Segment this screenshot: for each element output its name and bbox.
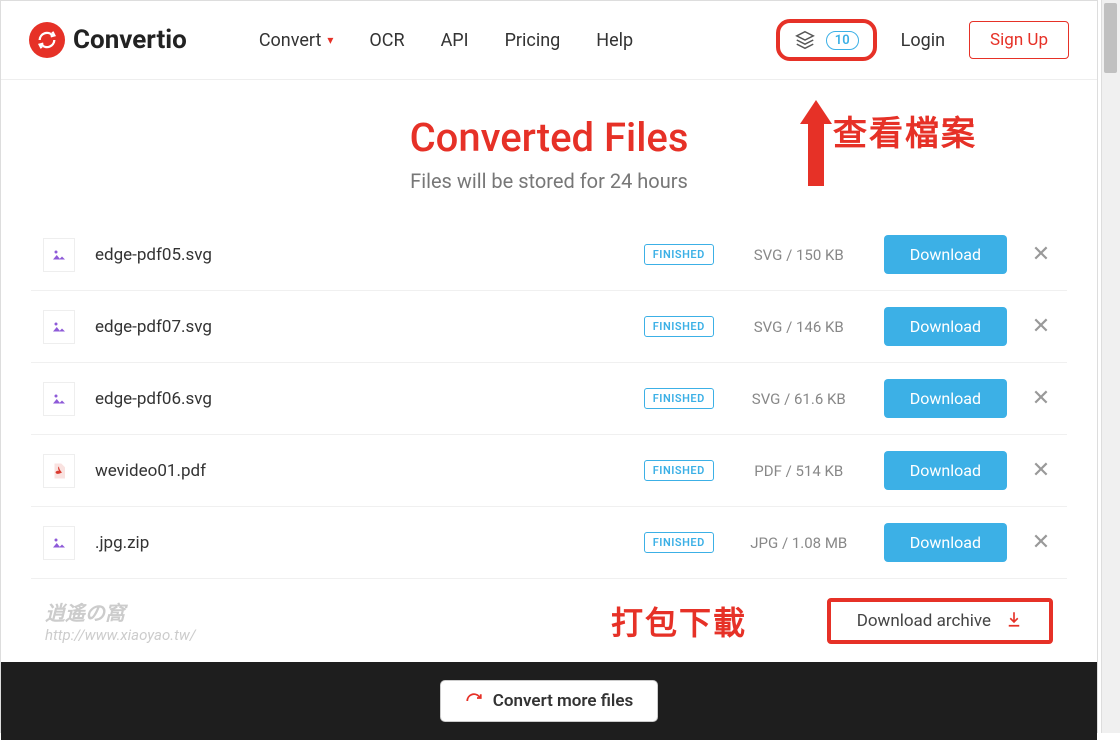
- file-type-icon: [43, 310, 75, 344]
- file-row: .jpg.zip FINISHED JPG / 1.08 MB Download ✕: [31, 507, 1067, 579]
- nav-pricing[interactable]: Pricing: [505, 30, 561, 51]
- download-button[interactable]: Download: [884, 379, 1007, 418]
- main-nav: Convert ▾ OCR API Pricing Help: [259, 30, 633, 51]
- archive-bar: 逍遙の窩 http://www.xiaoyao.tw/ 打包下載 Downloa…: [1, 579, 1097, 662]
- queue-button[interactable]: 10: [776, 19, 877, 61]
- convert-more-label: Convert more files: [493, 691, 633, 711]
- download-button[interactable]: Download: [884, 523, 1007, 562]
- annotation-download-pack: 打包下載: [611, 598, 747, 644]
- page-subtitle: Files will be stored for 24 hours: [1, 169, 1097, 193]
- annotation-arrow-icon: [796, 96, 836, 190]
- status-badge: FINISHED: [644, 460, 714, 481]
- file-row: wevideo01.pdf FINISHED PDF / 514 KB Downloa…: [31, 435, 1067, 507]
- nav-help[interactable]: Help: [596, 30, 633, 51]
- remove-button[interactable]: ✕: [1027, 314, 1055, 339]
- file-meta: SVG / 150 KB: [734, 246, 864, 264]
- download-icon: [1005, 610, 1023, 632]
- file-name: .jpg.zip: [95, 533, 465, 553]
- file-meta: SVG / 146 KB: [734, 318, 864, 336]
- nav-convert[interactable]: Convert ▾: [259, 30, 334, 51]
- header: Convertio Convert ▾ OCR API Pricing Help…: [1, 1, 1097, 80]
- file-row: edge-pdf05.svg FINISHED SVG / 150 KB Downlo…: [31, 219, 1067, 291]
- file-row: edge-pdf07.svg FINISHED SVG / 146 KB Downlo…: [31, 291, 1067, 363]
- file-type-icon: [43, 454, 75, 488]
- status-badge: FINISHED: [644, 244, 714, 265]
- file-row: edge-pdf06.svg FINISHED SVG / 61.6 KB Downl…: [31, 363, 1067, 435]
- status-badge: FINISHED: [644, 532, 714, 553]
- download-button[interactable]: Download: [884, 451, 1007, 490]
- file-list: edge-pdf05.svg FINISHED SVG / 150 KB Downlo…: [1, 219, 1097, 579]
- file-name: edge-pdf06.svg: [95, 389, 465, 409]
- login-link[interactable]: Login: [901, 30, 945, 51]
- signup-button[interactable]: Sign Up: [969, 21, 1069, 59]
- annotation-view-files: 查看檔案: [833, 106, 977, 155]
- file-meta: SVG / 61.6 KB: [734, 390, 864, 408]
- scrollbar-thumb[interactable]: [1104, 3, 1117, 73]
- nav-convert-label: Convert: [259, 30, 322, 51]
- reload-icon: [465, 692, 483, 710]
- status-badge: FINISHED: [644, 316, 714, 337]
- file-meta: PDF / 514 KB: [734, 462, 864, 480]
- download-button[interactable]: Download: [884, 235, 1007, 274]
- file-name: edge-pdf05.svg: [95, 245, 465, 265]
- convert-more-button[interactable]: Convert more files: [440, 680, 658, 722]
- file-type-icon: [43, 382, 75, 416]
- file-type-icon: [43, 238, 75, 272]
- file-name: edge-pdf07.svg: [95, 317, 465, 337]
- scrollbar[interactable]: [1101, 0, 1120, 733]
- remove-button[interactable]: ✕: [1027, 530, 1055, 555]
- remove-button[interactable]: ✕: [1027, 242, 1055, 267]
- download-archive-label: Download archive: [857, 611, 991, 631]
- layers-icon: [794, 29, 816, 51]
- queue-count-badge: 10: [826, 31, 859, 50]
- file-type-icon: [43, 526, 75, 560]
- logo-text: Convertio: [73, 25, 187, 55]
- file-meta: JPG / 1.08 MB: [734, 534, 864, 552]
- nav-api[interactable]: API: [441, 30, 469, 51]
- watermark: 逍遙の窩 http://www.xiaoyao.tw/: [45, 597, 196, 644]
- status-badge: FINISHED: [644, 388, 714, 409]
- download-archive-button[interactable]: Download archive: [827, 598, 1053, 644]
- download-button[interactable]: Download: [884, 307, 1007, 346]
- watermark-bottom: http://www.xiaoyao.tw/: [45, 626, 196, 644]
- remove-button[interactable]: ✕: [1027, 458, 1055, 483]
- footer: Convert more files: [1, 662, 1097, 740]
- chevron-down-icon: ▾: [327, 33, 333, 47]
- logo-icon: [29, 22, 65, 58]
- remove-button[interactable]: ✕: [1027, 386, 1055, 411]
- header-right: 10 Login Sign Up: [776, 19, 1069, 61]
- file-name: wevideo01.pdf: [95, 461, 465, 481]
- nav-ocr[interactable]: OCR: [369, 30, 404, 51]
- watermark-top: 逍遙の窩: [45, 597, 196, 626]
- logo[interactable]: Convertio: [29, 22, 187, 58]
